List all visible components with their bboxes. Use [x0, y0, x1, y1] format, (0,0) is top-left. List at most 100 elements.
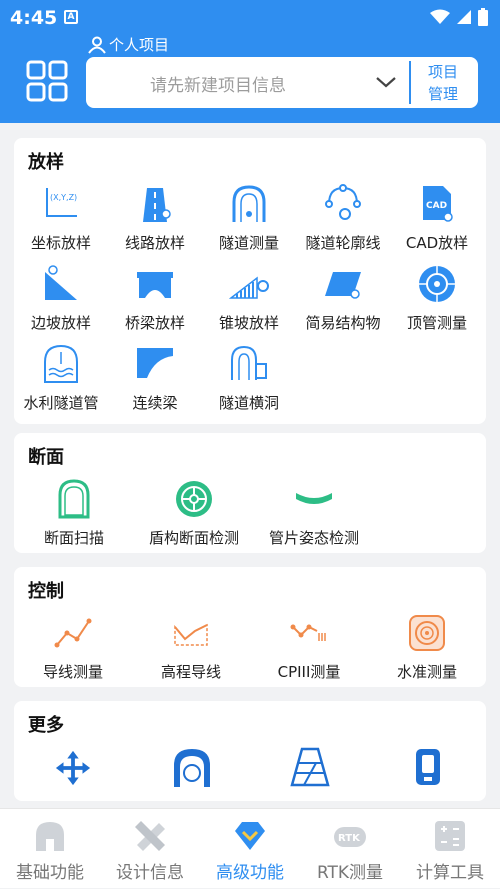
person-icon — [88, 36, 106, 54]
section-scan-icon — [58, 479, 90, 519]
elevation-traverse-label: 高程导线 — [160, 663, 221, 681]
tunnel-crosscut-item[interactable]: 隧道横洞 — [202, 344, 296, 414]
slope-stakeout-item[interactable]: 边坡放样 — [14, 264, 108, 334]
tunnel-crosscut-icon — [231, 345, 267, 380]
gnss-receiver-icon[interactable] — [412, 747, 444, 787]
tunnel-contour-item[interactable]: 隧道轮廓线 — [296, 184, 390, 254]
select-divider — [409, 61, 411, 104]
tunnel-survey-item[interactable]: 隧道测量 — [202, 184, 296, 254]
tunnel-icon — [232, 185, 266, 222]
tunnel-contour-label: 隧道轮廓线 — [305, 234, 381, 252]
route-stakeout-item[interactable]: 线路放样 — [108, 184, 202, 254]
bridge-icon — [137, 272, 173, 298]
status-icons — [430, 8, 488, 26]
nav-calc-label: 计算工具 — [416, 863, 484, 883]
simple-structure-label: 简易结构物 — [305, 314, 381, 332]
coordinate-stakeout-item[interactable]: (X,Y,Z) 坐标放样 — [14, 184, 108, 254]
bridge-stakeout-item[interactable]: 桥梁放样 — [108, 264, 202, 334]
notification-a-icon: A — [64, 10, 78, 24]
cpiii-survey-label: CPIII测量 — [277, 663, 341, 681]
move-arrows-icon[interactable] — [54, 749, 92, 787]
nav-basic-label: 基础功能 — [16, 863, 84, 883]
wifi-icon — [430, 9, 450, 24]
chevron-down-icon[interactable] — [375, 73, 397, 91]
control-card: 控制 导线测量 高程导线 CPIII测量 水准测量 — [14, 567, 486, 687]
traverse-survey-item[interactable]: 导线测量 — [14, 613, 132, 683]
project-manage-button[interactable]: 项目 管理 — [419, 61, 467, 105]
rtk-icon: RTK — [334, 827, 366, 847]
more-title: 更多 — [28, 715, 64, 736]
nav-advanced-functions[interactable]: 高级功能 — [200, 809, 300, 889]
section-scan-label: 断面扫描 — [43, 529, 104, 547]
nav-rtk-label: RTK测量 — [316, 863, 384, 883]
nav-advanced-label: 高级功能 — [216, 863, 284, 883]
continuous-beam-item[interactable]: 连续梁 — [108, 344, 202, 414]
continuous-beam-icon — [137, 348, 173, 378]
cad-file-icon: CAD — [423, 186, 453, 222]
ruler-pencil-icon — [135, 821, 165, 851]
cad-stakeout-item[interactable]: CAD CAD放样 — [390, 184, 484, 254]
personal-project-label: 个人项目 — [88, 34, 169, 55]
bottom-nav: 基础功能 设计信息 高级功能 RTK RTK测量 计算工具 — [0, 808, 500, 888]
simple-structure-item[interactable]: 简易结构物 — [296, 264, 390, 334]
control-title: 控制 — [28, 581, 64, 602]
project-select[interactable]: 请先新建项目信息 项目 管理 — [86, 57, 478, 108]
shield-section-detect-label: 盾构断面检测 — [148, 529, 239, 547]
calculator-icon — [435, 821, 465, 851]
hydraulic-tunnel-label: 水利隧道管 — [23, 394, 99, 412]
svg-text:CAD: CAD — [426, 201, 447, 211]
manage-line-1: 项目 — [427, 63, 458, 81]
nav-calc-tools[interactable]: 计算工具 — [400, 809, 500, 889]
segment-arc-icon — [296, 493, 332, 504]
manage-line-2: 管理 — [427, 85, 458, 103]
road-icon — [143, 188, 171, 222]
slope-stakeout-label: 边坡放样 — [30, 314, 91, 332]
section-title: 断面 — [28, 447, 64, 468]
diamond-icon — [235, 822, 265, 850]
cone-slope-stakeout-label: 锥坡放样 — [218, 314, 279, 332]
section-card: 断面 断面扫描 盾构断面检测 管片姿态检测 — [14, 433, 486, 553]
bridge-stakeout-label: 桥梁放样 — [124, 314, 185, 332]
battery-icon — [478, 8, 488, 26]
cone-slope-icon — [229, 276, 269, 299]
home-icon — [36, 822, 64, 851]
leveling-survey-label: 水准测量 — [396, 663, 457, 681]
leveling-icon — [409, 615, 445, 651]
coordinate-stakeout-label: 坐标放样 — [30, 234, 91, 252]
grid-menu-icon[interactable] — [26, 60, 68, 102]
parallelogram-icon — [325, 272, 361, 299]
svg-text:RTK: RTK — [338, 833, 361, 844]
cone-slope-stakeout-item[interactable]: 锥坡放样 — [202, 264, 296, 334]
nav-design-info[interactable]: 设计信息 — [100, 809, 200, 889]
segment-attitude-item[interactable]: 管片姿态检测 — [254, 479, 374, 549]
leveling-survey-item[interactable]: 水准测量 — [368, 613, 486, 683]
shield-section-detect-item[interactable]: 盾构断面检测 — [134, 479, 254, 549]
coordinate-axes-icon: (X,Y,Z) — [46, 188, 77, 217]
road-perspective-icon[interactable] — [290, 747, 330, 787]
stakeout-title: 放样 — [28, 152, 64, 173]
nav-design-label: 设计信息 — [116, 863, 184, 883]
section-scan-item[interactable]: 断面扫描 — [14, 479, 134, 549]
pipe-jacking-label: 顶管测量 — [406, 314, 467, 332]
cpiii-icon — [290, 624, 326, 641]
elevation-traverse-item[interactable]: 高程导线 — [132, 613, 250, 683]
nav-basic-functions[interactable]: 基础功能 — [0, 809, 100, 889]
traverse-survey-label: 导线测量 — [42, 663, 103, 681]
personal-project-text: 个人项目 — [109, 36, 170, 54]
arc-contour-icon — [325, 184, 361, 220]
pipe-jacking-item[interactable]: 顶管测量 — [390, 264, 484, 334]
tunnel-survey-label: 隧道测量 — [218, 234, 279, 252]
route-stakeout-label: 线路放样 — [124, 234, 185, 252]
stakeout-card: 放样 (X,Y,Z) 坐标放样 线路放样 隧道测量 隧道轮廓线 CAD CAD放… — [14, 138, 486, 424]
slope-icon — [45, 265, 77, 300]
cpiii-survey-item[interactable]: CPIII测量 — [250, 613, 368, 683]
tunnel-boring-icon[interactable] — [172, 747, 212, 787]
app-header: 4:45 A 个人项目 请先新建项目信息 项目 管理 — [0, 0, 500, 123]
hydraulic-tunnel-item[interactable]: 水利隧道管 — [14, 344, 108, 414]
project-select-placeholder: 请先新建项目信息 — [150, 76, 286, 96]
pipe-jacking-icon — [419, 266, 455, 302]
nav-rtk-survey[interactable]: RTK RTK测量 — [300, 809, 400, 889]
hydraulic-tunnel-icon — [44, 344, 78, 383]
status-time: 4:45 — [10, 7, 58, 29]
elevation-traverse-icon — [174, 623, 208, 646]
